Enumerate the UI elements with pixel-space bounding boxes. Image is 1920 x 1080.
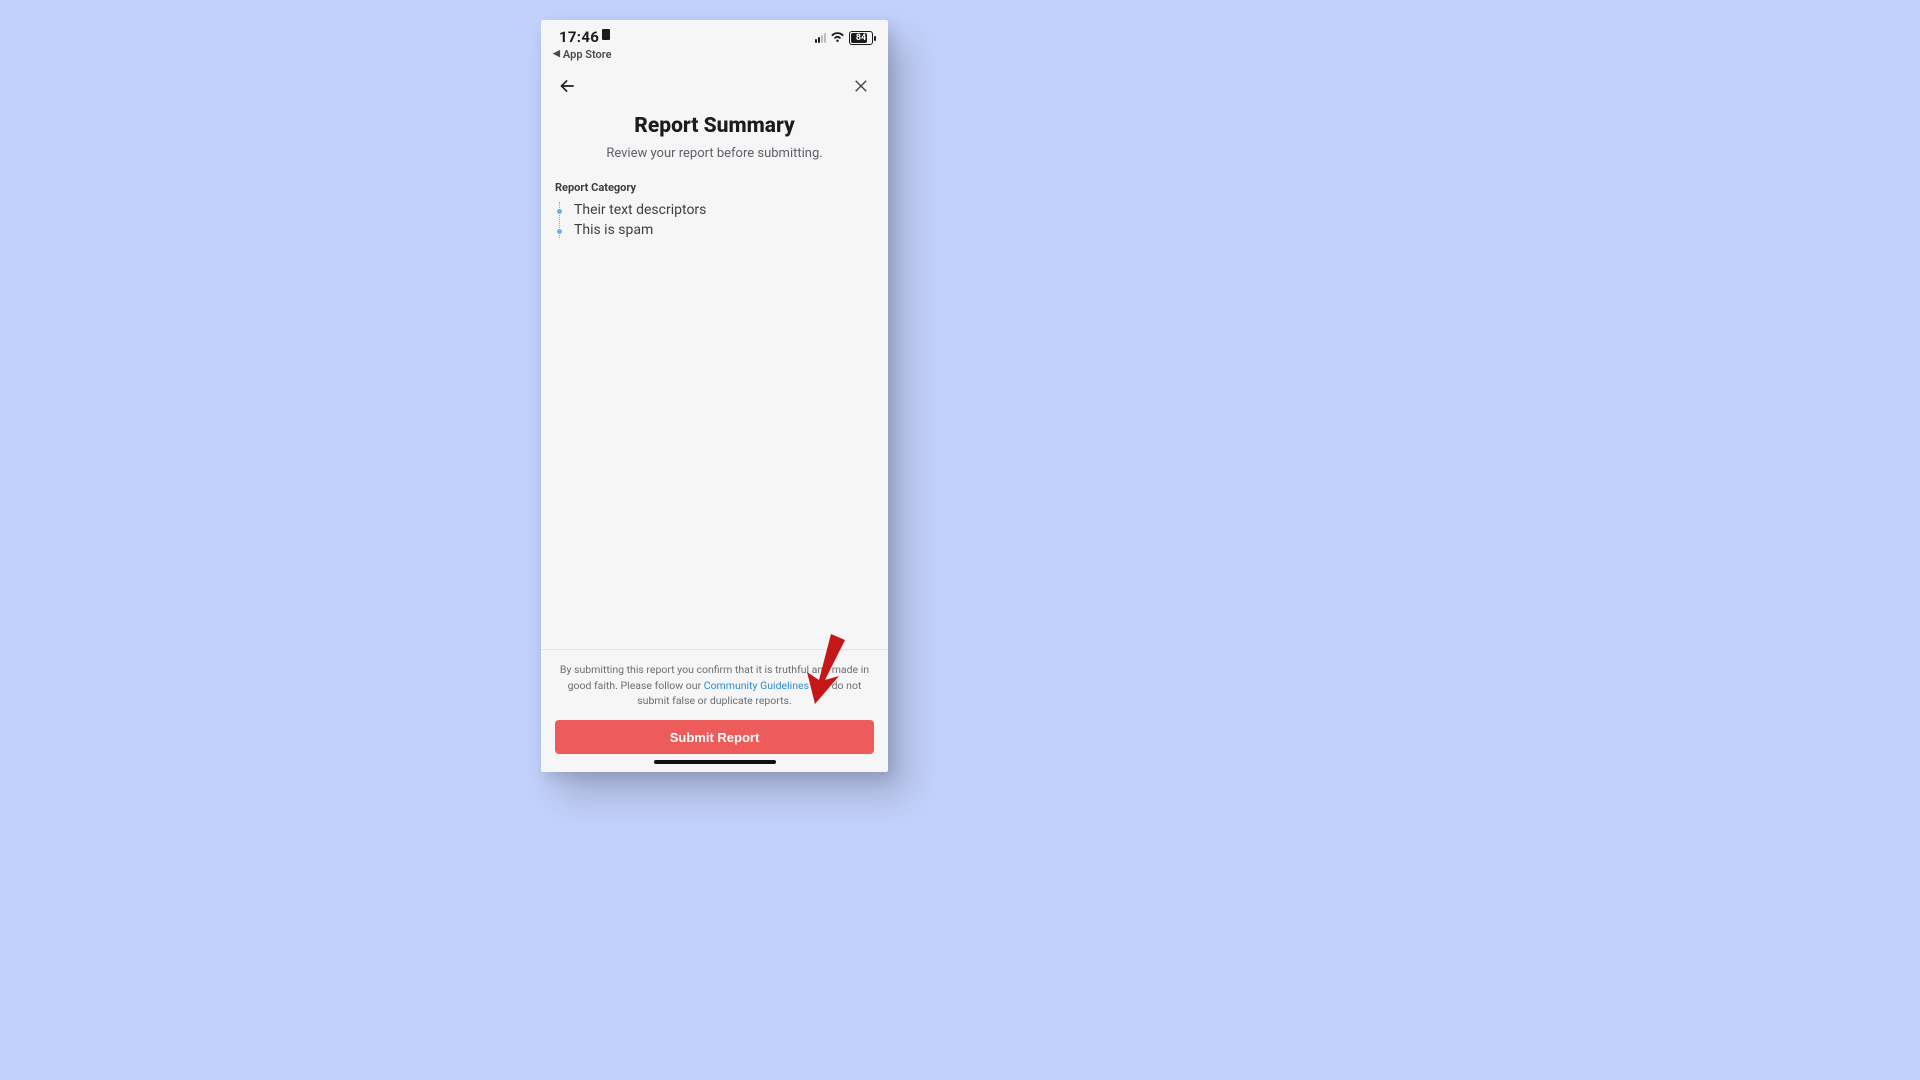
- stage-background: 17:46 84 ◀ App Store: [0, 0, 1920, 1080]
- disclaimer-text: By submitting this report you confirm th…: [555, 662, 874, 708]
- battery-percentage: 84: [856, 33, 866, 43]
- category-item: Their text descriptors: [560, 202, 874, 218]
- category-list: Their text descriptors This is spam: [559, 202, 874, 238]
- battery-icon: 84: [849, 31, 876, 45]
- close-icon: [853, 77, 871, 95]
- submit-report-button[interactable]: Submit Report: [555, 720, 874, 754]
- back-triangle-icon: ◀: [553, 50, 560, 59]
- page-title: Report Summary: [555, 114, 874, 138]
- page-subtitle: Review your report before submitting.: [555, 146, 874, 161]
- back-to-app-label: App Store: [563, 48, 612, 61]
- phone-frame: 17:46 84 ◀ App Store: [541, 20, 888, 772]
- content-area: Report Summary Review your report before…: [541, 106, 888, 649]
- close-button[interactable]: [850, 74, 874, 98]
- report-category-label: Report Category: [555, 181, 874, 194]
- category-item: This is spam: [560, 222, 874, 238]
- back-to-app-link[interactable]: ◀ App Store: [553, 48, 612, 61]
- arrow-left-icon: [557, 76, 577, 96]
- status-time: 17:46: [559, 28, 599, 46]
- status-id-icon: [602, 29, 610, 40]
- status-bar: 17:46 84 ◀ App Store: [541, 20, 888, 48]
- footer-area: By submitting this report you confirm th…: [541, 649, 888, 772]
- nav-row: [541, 74, 888, 106]
- back-button[interactable]: [555, 74, 579, 98]
- community-guidelines-link[interactable]: Community Guidelines: [704, 679, 809, 692]
- cellular-signal-icon: [815, 33, 826, 43]
- home-indicator[interactable]: [654, 760, 776, 764]
- wifi-icon: [830, 30, 845, 46]
